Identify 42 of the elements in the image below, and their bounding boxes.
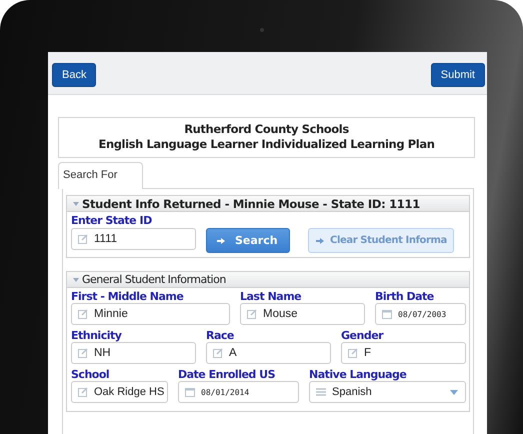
calendar-icon [185,387,195,397]
input-field[interactable]: NH [71,342,196,364]
section-header[interactable]: General Student Information [67,272,469,288]
submit-button[interactable]: Submit [430,63,485,87]
section-header[interactable]: Student Info Returned - Minnie Mouse - State ID: 1111 [67,196,469,212]
field-label: First - Middle Name [71,290,184,303]
field-label: Last Name [240,290,302,303]
field-label: Native Language [309,368,408,381]
pencil-icon [78,387,88,397]
school-name: Rutherford County Schools [183,122,350,137]
dropdown-field[interactable]: Spanish [309,381,466,403]
pencil-icon [78,348,88,358]
input-field[interactable]: Mouse [240,303,365,325]
arrow-icon [217,236,225,244]
field-label: Gender [341,329,384,342]
back-button[interactable]: Back [52,63,96,87]
pencil-icon [348,348,358,358]
field-label: Ethnicity [71,329,123,342]
input-field[interactable]: Minnie [71,303,230,325]
pencil-icon [247,309,257,319]
input-field[interactable]: A [206,342,331,364]
list-icon [316,387,326,397]
field-label: Race [206,329,235,342]
input-field[interactable]: Oak Ridge HS [71,381,168,403]
pencil-icon [78,234,88,244]
input-field[interactable]: 08/07/2003 [375,303,466,325]
pencil-icon [78,309,88,319]
field-label: Enter State ID [71,214,153,227]
dropdown-caret-icon [450,390,458,394]
input-field[interactable]: F [341,342,466,364]
arrow-icon [316,236,324,244]
section-title: Student Info Returned - Minnie Mouse - State ID: 1111 [82,196,420,210]
field-label: School [71,368,110,381]
field-label: Birth Date [375,290,435,303]
section-title: General Student Information [82,273,226,286]
field-label: Date Enrolled US [178,368,276,381]
tab[interactable]: Search For [58,162,144,189]
input-field[interactable]: 08/01/2014 [178,381,299,403]
pencil-icon [213,348,223,358]
page-title: English Language Learner Individualized Learning Plan [97,137,436,152]
state-id-field[interactable]: 1111 [71,228,196,250]
calendar-icon [382,309,392,319]
